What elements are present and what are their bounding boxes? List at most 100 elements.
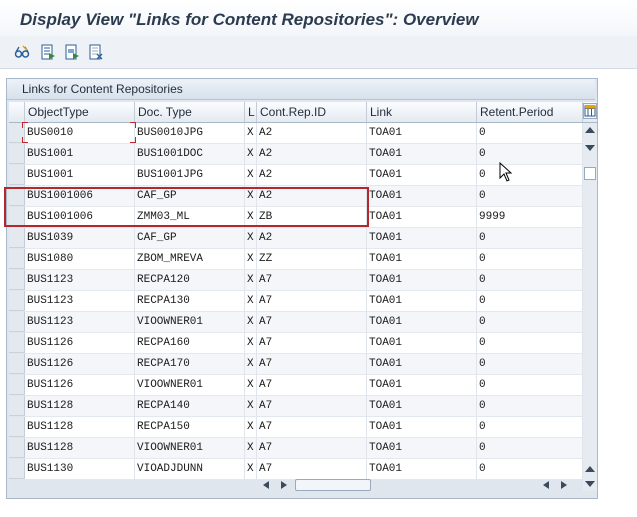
cell-doc-type[interactable]: RECPA170 bbox=[135, 354, 245, 375]
cell-doc-type[interactable]: RECPA140 bbox=[135, 396, 245, 417]
cell-l[interactable]: X bbox=[245, 249, 257, 270]
cell-cont-rep-id[interactable]: A2 bbox=[257, 123, 367, 144]
cell-l[interactable]: X bbox=[245, 291, 257, 312]
select-all-rows-header[interactable] bbox=[9, 102, 25, 122]
row-selector[interactable] bbox=[9, 144, 25, 164]
cell-link[interactable]: TOA01 bbox=[367, 207, 477, 228]
cell-doc-type[interactable]: RECPA150 bbox=[135, 417, 245, 438]
table-row[interactable]: BUS1039 CAF_GP X A2 TOA01 0 bbox=[9, 228, 583, 249]
scroll-up-arrow-icon[interactable] bbox=[585, 127, 595, 133]
cell-link[interactable]: TOA01 bbox=[367, 186, 477, 207]
table-row[interactable]: BUS1001 BUS1001JPG X A2 TOA01 0 bbox=[9, 165, 583, 186]
scroll-right-arrow-icon[interactable] bbox=[281, 481, 287, 489]
cell-l[interactable]: X bbox=[245, 165, 257, 186]
cell-cont-rep-id[interactable]: A2 bbox=[257, 228, 367, 249]
cell-object-type[interactable]: BUS1126 bbox=[25, 333, 135, 354]
cell-object-type[interactable]: BUS1128 bbox=[25, 417, 135, 438]
row-selector[interactable] bbox=[9, 270, 25, 290]
horizontal-scroll-thumb[interactable] bbox=[295, 479, 371, 491]
table-row[interactable]: BUS1128 RECPA150 X A7 TOA01 0 bbox=[9, 417, 583, 438]
row-selector[interactable] bbox=[9, 438, 25, 458]
cell-retent-period[interactable]: 0 bbox=[477, 354, 583, 375]
cell-l[interactable]: X bbox=[245, 417, 257, 438]
cell-link[interactable]: TOA01 bbox=[367, 123, 477, 144]
cell-cont-rep-id[interactable]: A7 bbox=[257, 438, 367, 459]
column-header-retent-period[interactable]: Retent.Period bbox=[477, 102, 583, 122]
select-block-icon[interactable] bbox=[64, 44, 80, 60]
cell-retent-period[interactable]: 0 bbox=[477, 438, 583, 459]
cell-doc-type[interactable]: CAF_GP bbox=[135, 228, 245, 249]
table-row[interactable]: BUS1128 RECPA140 X A7 TOA01 0 bbox=[9, 396, 583, 417]
cell-retent-period[interactable]: 0 bbox=[477, 228, 583, 249]
cell-retent-period[interactable]: 0 bbox=[477, 333, 583, 354]
table-row[interactable]: BUS1080 ZBOM_MREVA X ZZ TOA01 0 bbox=[9, 249, 583, 270]
column-header-l[interactable]: L bbox=[245, 102, 257, 122]
scroll-end-left-arrow-icon[interactable] bbox=[543, 481, 549, 489]
column-settings-button[interactable] bbox=[583, 103, 597, 119]
cell-link[interactable]: TOA01 bbox=[367, 270, 477, 291]
horizontal-scrollbar[interactable] bbox=[255, 477, 575, 493]
cell-cont-rep-id[interactable]: ZZ bbox=[257, 249, 367, 270]
glasses-icon[interactable] bbox=[14, 44, 30, 60]
cell-retent-period[interactable]: 0 bbox=[477, 291, 583, 312]
row-selector[interactable] bbox=[9, 396, 25, 416]
cell-cont-rep-id[interactable]: A7 bbox=[257, 291, 367, 312]
cell-l[interactable]: X bbox=[245, 270, 257, 291]
cell-object-type[interactable]: BUS1080 bbox=[25, 249, 135, 270]
cell-retent-period[interactable]: 0 bbox=[477, 249, 583, 270]
cell-retent-period[interactable]: 0 bbox=[477, 270, 583, 291]
cell-object-type[interactable]: BUS0010 bbox=[25, 123, 135, 144]
cell-doc-type[interactable]: BUS1001DOC bbox=[135, 144, 245, 165]
cell-retent-period[interactable]: 0 bbox=[477, 186, 583, 207]
table-row[interactable]: BUS1128 VIOOWNER01 X A7 TOA01 0 bbox=[9, 438, 583, 459]
cell-l[interactable]: X bbox=[245, 438, 257, 459]
cell-cont-rep-id[interactable]: A7 bbox=[257, 417, 367, 438]
row-selector[interactable] bbox=[9, 354, 25, 374]
cell-link[interactable]: TOA01 bbox=[367, 249, 477, 270]
cell-object-type[interactable]: BUS1126 bbox=[25, 375, 135, 396]
table-row[interactable]: BUS1126 RECPA170 X A7 TOA01 0 bbox=[9, 354, 583, 375]
cell-retent-period[interactable]: 0 bbox=[477, 165, 583, 186]
cell-doc-type[interactable]: VIOOWNER01 bbox=[135, 312, 245, 333]
table-row[interactable]: BUS1126 VIOOWNER01 X A7 TOA01 0 bbox=[9, 375, 583, 396]
cell-l[interactable]: X bbox=[245, 396, 257, 417]
column-header-cont-rep-id[interactable]: Cont.Rep.ID bbox=[257, 102, 367, 122]
cell-cont-rep-id[interactable]: A7 bbox=[257, 375, 367, 396]
table-row[interactable]: BUS1123 RECPA130 X A7 TOA01 0 bbox=[9, 291, 583, 312]
cell-cont-rep-id[interactable]: A2 bbox=[257, 144, 367, 165]
cell-object-type[interactable]: BUS1126 bbox=[25, 354, 135, 375]
cell-retent-period[interactable]: 0 bbox=[477, 312, 583, 333]
row-selector[interactable] bbox=[9, 291, 25, 311]
cell-l[interactable]: X bbox=[245, 312, 257, 333]
cell-cont-rep-id[interactable]: A7 bbox=[257, 333, 367, 354]
table-row[interactable]: BUS1001 BUS1001DOC X A2 TOA01 0 bbox=[9, 144, 583, 165]
deselect-all-icon[interactable] bbox=[88, 44, 104, 60]
cell-doc-type[interactable]: BUS1001JPG bbox=[135, 165, 245, 186]
table-row[interactable]: BUS1123 VIOOWNER01 X A7 TOA01 0 bbox=[9, 312, 583, 333]
cell-doc-type[interactable]: BUS0010JPG bbox=[135, 123, 245, 144]
vertical-scroll-thumb[interactable] bbox=[584, 167, 596, 180]
cell-link[interactable]: TOA01 bbox=[367, 312, 477, 333]
cell-retent-period[interactable]: 0 bbox=[477, 375, 583, 396]
row-selector[interactable] bbox=[9, 375, 25, 395]
row-selector[interactable] bbox=[9, 459, 25, 479]
cell-cont-rep-id[interactable]: A7 bbox=[257, 312, 367, 333]
cell-l[interactable]: X bbox=[245, 228, 257, 249]
cell-link[interactable]: TOA01 bbox=[367, 228, 477, 249]
select-all-icon[interactable] bbox=[40, 44, 56, 60]
table-row[interactable]: BUS1123 RECPA120 X A7 TOA01 0 bbox=[9, 270, 583, 291]
cell-object-type[interactable]: BUS1039 bbox=[25, 228, 135, 249]
cell-object-type[interactable]: BUS1001 bbox=[25, 144, 135, 165]
column-header-doc-type[interactable]: Doc. Type bbox=[135, 102, 245, 122]
row-selector[interactable] bbox=[9, 228, 25, 248]
cell-doc-type[interactable]: VIOOWNER01 bbox=[135, 375, 245, 396]
cell-link[interactable]: TOA01 bbox=[367, 291, 477, 312]
cell-link[interactable]: TOA01 bbox=[367, 354, 477, 375]
cell-doc-type[interactable]: RECPA130 bbox=[135, 291, 245, 312]
cell-doc-type[interactable]: RECPA160 bbox=[135, 333, 245, 354]
cell-link[interactable]: TOA01 bbox=[367, 396, 477, 417]
cell-link[interactable]: TOA01 bbox=[367, 165, 477, 186]
cell-l[interactable]: X bbox=[245, 354, 257, 375]
scroll-page-up-arrow-icon[interactable] bbox=[585, 466, 595, 472]
cell-object-type[interactable]: BUS1128 bbox=[25, 438, 135, 459]
